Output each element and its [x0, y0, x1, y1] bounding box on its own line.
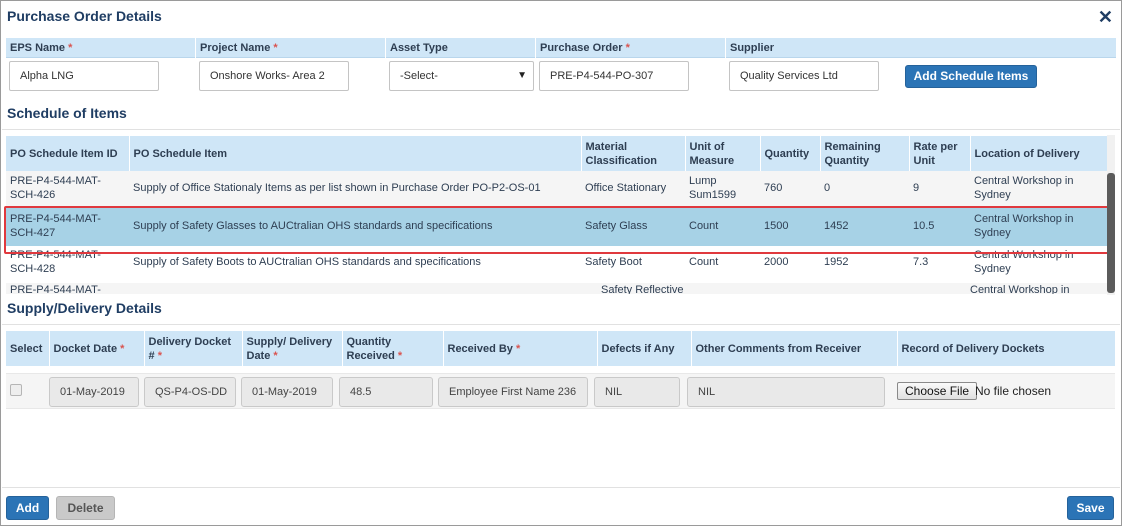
quantity-received-input[interactable]: 48.5 [339, 377, 433, 407]
asset-type-select[interactable]: -Select- ▼ [389, 61, 534, 91]
col-unit-of-measure: Unit of Measure [685, 136, 761, 171]
eps-name-label: EPS Name * [6, 38, 195, 58]
delivery-section-title: Supply/Delivery Details [7, 300, 162, 316]
divider [2, 129, 1120, 130]
col-delivery-date: Supply/ Delivery Date * [242, 331, 343, 366]
project-name-input[interactable]: Onshore Works- Area 2 [199, 61, 349, 91]
col-other-comments: Other Comments from Receiver [691, 331, 898, 366]
project-name-label: Project Name * [196, 38, 385, 58]
defects-input[interactable]: NIL [594, 377, 680, 407]
col-select: Select [6, 331, 50, 366]
delivery-docket-input[interactable]: QS-P4-OS-DD [144, 377, 236, 407]
scrollbar-thumb[interactable] [1107, 173, 1115, 293]
table-row-partial[interactable]: PRE-P4-544-MAT- Safety Reflective Centra… [6, 283, 1107, 294]
delivery-table: Select Docket Date * Delivery Docket # *… [6, 331, 1116, 366]
col-remaining-quantity: Remaining Quantity [820, 136, 910, 171]
divider [2, 487, 1120, 488]
schedule-header-row: PO Schedule Item ID PO Schedule Item Mat… [6, 136, 1108, 171]
purchase-order-input[interactable]: PRE-P4-544-PO-307 [539, 61, 689, 91]
table-row[interactable]: PRE-P4-544-MAT-SCH-428 Supply of Safety … [6, 246, 1107, 278]
table-row-selected[interactable]: PRE-P4-544-MAT-SCH-427 Supply of Safety … [6, 205, 1107, 247]
col-quantity: Quantity [760, 136, 821, 171]
col-quantity-received: Quantity Received * [342, 331, 444, 366]
col-defects: Defects if Any [597, 331, 692, 366]
modal-title: Purchase Order Details [7, 8, 162, 24]
supplier-input[interactable]: Quality Services Ltd [729, 61, 879, 91]
asset-type-label: Asset Type [386, 38, 535, 58]
choose-file-button[interactable]: Choose File [897, 382, 978, 400]
file-status: No file chosen [975, 384, 1052, 398]
col-location-of-delivery: Location of Delivery [970, 136, 1108, 171]
delivery-header-row: Select Docket Date * Delivery Docket # *… [6, 331, 1116, 366]
comments-input[interactable]: NIL [687, 377, 885, 407]
col-delivery-docket: Delivery Docket # * [144, 331, 243, 366]
supplier-label: Supplier [726, 38, 1116, 58]
table-row[interactable]: PRE-P4-544-MAT-SCH-426 Supply of Office … [6, 171, 1107, 206]
col-docket-date: Docket Date * [49, 331, 145, 366]
purchase-order-label: Purchase Order * [536, 38, 725, 58]
purchase-order-modal: Purchase Order Details ✕ EPS Name * Proj… [0, 0, 1122, 526]
delete-button[interactable]: Delete [56, 496, 115, 520]
col-material-classification: Material Classification [581, 136, 686, 171]
divider [2, 324, 1120, 325]
delivery-date-input[interactable]: 01-May-2019 [241, 377, 333, 407]
schedule-section-title: Schedule of Items [7, 105, 127, 121]
col-schedule-item: PO Schedule Item [129, 136, 582, 171]
eps-name-input[interactable]: Alpha LNG [9, 61, 159, 91]
received-by-input[interactable]: Employee First Name 236 [438, 377, 588, 407]
select-checkbox[interactable] [10, 384, 22, 396]
chevron-down-icon: ▼ [517, 70, 527, 81]
schedule-table: PO Schedule Item ID PO Schedule Item Mat… [6, 136, 1108, 278]
save-button[interactable]: Save [1067, 496, 1114, 520]
add-schedule-items-button[interactable]: Add Schedule Items [905, 65, 1037, 88]
col-record-of-dockets: Record of Delivery Dockets [897, 331, 1116, 366]
col-schedule-item-id: PO Schedule Item ID [6, 136, 130, 171]
docket-date-input[interactable]: 01-May-2019 [49, 377, 139, 407]
add-button[interactable]: Add [6, 496, 49, 520]
col-rate-per-unit: Rate per Unit [909, 136, 971, 171]
close-icon[interactable]: ✕ [1098, 7, 1113, 27]
col-received-by: Received By * [443, 331, 598, 366]
